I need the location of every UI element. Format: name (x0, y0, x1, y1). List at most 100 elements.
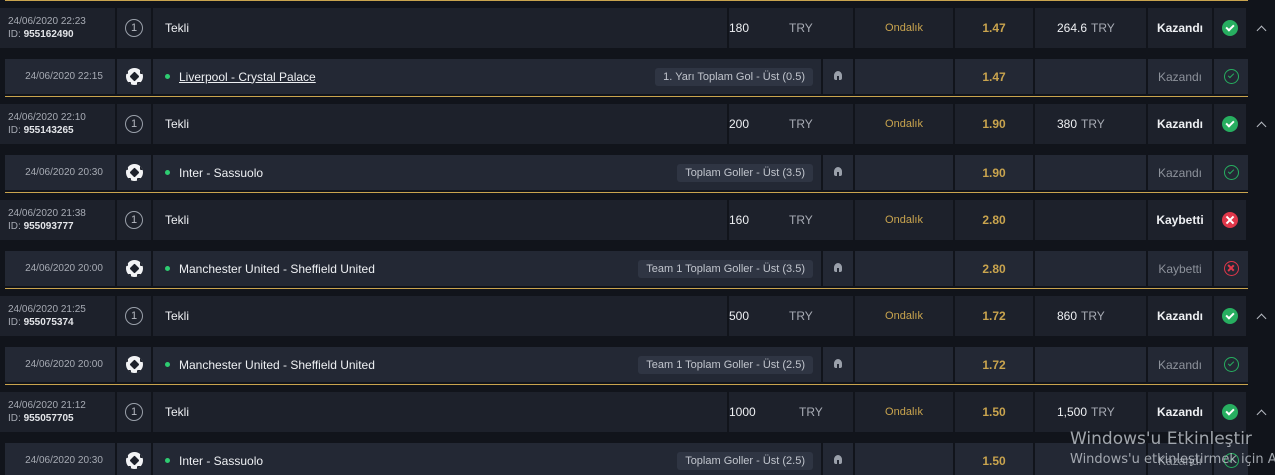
lock-cell (823, 59, 853, 94)
market-tag: Toplam Goller - Üst (2.5) (677, 451, 813, 470)
bet-row: 24/06/2020 22:10 ID: 955143265 1 Tekli 200 TR… (0, 104, 1275, 144)
bet-id-value: 955075374 (23, 317, 74, 328)
check-circle-outline-icon (1223, 453, 1239, 468)
bet-date: 24/06/2020 22:23 (8, 16, 86, 27)
lock-icon (832, 70, 844, 83)
winnings-amount: 264.6 (1057, 21, 1088, 35)
event-status: Kazandı (1148, 155, 1212, 190)
coupon-divider (5, 288, 1248, 289)
event-spacer (855, 443, 953, 475)
collapse-toggle[interactable] (1250, 296, 1272, 336)
event-status: Kaybetti (1148, 251, 1212, 286)
bet-row: 24/06/2020 21:25 ID: 955075374 1 Tekli 500 TR… (0, 296, 1275, 336)
circled-1-icon: 1 (125, 307, 143, 325)
winnings-cell: 264.6 TRY (1035, 8, 1146, 48)
football-icon (125, 164, 143, 181)
event-status-icon-cell (1214, 59, 1248, 94)
bet-type: Tekli (153, 8, 727, 48)
stake-amount: 160 (729, 213, 750, 227)
event-meta: 24/06/2020 22:15 (5, 59, 115, 94)
sport-icon-cell (117, 155, 151, 190)
bet-type: Tekli (153, 200, 727, 240)
event-date: 24/06/2020 20:30 (25, 455, 103, 466)
event-status-icon-cell (1214, 347, 1248, 382)
winnings-currency: TRY (1081, 309, 1105, 323)
total-odds: 2.80 (955, 200, 1033, 240)
event-meta: 24/06/2020 20:30 (5, 443, 115, 475)
cross-circle-outline-icon (1223, 261, 1239, 276)
bet-type-icon-cell: 1 (117, 296, 151, 336)
winnings-currency: TRY (1091, 405, 1115, 419)
bet-status-icon-cell (1214, 8, 1246, 48)
event-name-cell[interactable]: Liverpool - Crystal Palace 1. Yarı Toplam… (153, 59, 821, 94)
sport-icon-cell (117, 59, 151, 94)
stake-cell: 500 TRY (729, 296, 853, 336)
bet-meta: 24/06/2020 21:12 ID: 955057705 (0, 392, 115, 432)
bet-status-icon-cell (1214, 200, 1246, 240)
event-status-icon-cell (1214, 155, 1248, 190)
circled-1-icon: 1 (125, 211, 143, 229)
bet-id: ID: 955143265 (8, 125, 74, 136)
total-odds: 1.72 (955, 296, 1033, 336)
collapse-toggle[interactable] (1250, 104, 1272, 144)
event-row: 24/06/2020 20:00 Manchester United - Shef… (0, 347, 1275, 382)
stake-currency: TRY (799, 405, 823, 419)
bet-status-icon-cell (1214, 392, 1246, 432)
circled-1-icon: 1 (125, 403, 143, 421)
sport-icon-cell (117, 347, 151, 382)
sport-icon-cell (117, 251, 151, 286)
winnings-currency: TRY (1091, 21, 1115, 35)
bet-status: Kazandı (1148, 8, 1212, 48)
bet-id: ID: 955057705 (8, 413, 74, 424)
event-date: 24/06/2020 22:15 (25, 71, 103, 82)
winnings-amount: 380 (1057, 117, 1078, 131)
event-odd: 1.47 (955, 59, 1033, 94)
live-dot-icon (165, 170, 170, 175)
event-odd: 1.72 (955, 347, 1033, 382)
bet-type-icon-cell: 1 (117, 8, 151, 48)
bet-status-icon-cell (1214, 296, 1246, 336)
bet-type: Tekli (153, 296, 727, 336)
odds-format: Ondalık (855, 296, 953, 336)
bet-id-label: ID: (8, 221, 21, 232)
lock-icon (832, 358, 844, 371)
bet-id-value: 955093777 (23, 221, 74, 232)
circled-1-icon: 1 (125, 115, 143, 133)
event-row: 24/06/2020 20:30 Inter - Sassuolo Toplam G… (0, 443, 1275, 475)
event-spacer (855, 155, 953, 190)
event-row: 24/06/2020 20:30 Inter - Sassuolo Toplam G… (0, 155, 1275, 190)
bet-row: 24/06/2020 22:23 ID: 955162490 1 Tekli 180 TR… (0, 8, 1275, 48)
check-circle-icon (1222, 404, 1238, 420)
check-circle-icon (1222, 20, 1238, 36)
coupon-divider (5, 96, 1248, 97)
check-circle-icon (1222, 308, 1238, 324)
chevron-up-icon (1256, 409, 1266, 419)
live-dot-icon (165, 266, 170, 271)
top-divider (5, 0, 1248, 1)
collapse-toggle[interactable] (1250, 8, 1272, 48)
event-name[interactable]: Liverpool - Crystal Palace (179, 70, 316, 84)
bet-status: Kazandı (1148, 296, 1212, 336)
winnings-cell: 860 TRY (1035, 296, 1146, 336)
stake-cell: 180 TRY (729, 8, 853, 48)
event-name-cell: Manchester United - Sheffield United Team… (153, 251, 821, 286)
stake-currency: TRY (789, 309, 813, 323)
event-win-spacer (1035, 251, 1146, 286)
bet-type: Tekli (153, 104, 727, 144)
coupon-divider (5, 384, 1248, 385)
total-odds: 1.90 (955, 104, 1033, 144)
collapse-toggle[interactable] (1250, 392, 1272, 432)
event-name: Manchester United - Sheffield United (179, 261, 375, 276)
event-date: 24/06/2020 20:00 (25, 263, 103, 274)
cross-circle-icon (1222, 212, 1238, 228)
market-tag: 1. Yarı Toplam Gol - Üst (0.5) (655, 67, 813, 86)
event-status: Kazandı (1148, 347, 1212, 382)
chevron-up-icon (1256, 313, 1266, 323)
bet-row: 24/06/2020 21:38 ID: 955093777 1 Tekli 160 TR… (0, 200, 1275, 240)
stake-amount: 500 (729, 309, 750, 323)
market-tag: Team 1 Toplam Goller - Üst (2.5) (638, 355, 813, 374)
bet-type-icon-cell: 1 (117, 104, 151, 144)
total-odds: 1.47 (955, 8, 1033, 48)
event-win-spacer (1035, 347, 1146, 382)
market-tag: Team 1 Toplam Goller - Üst (3.5) (638, 259, 813, 278)
